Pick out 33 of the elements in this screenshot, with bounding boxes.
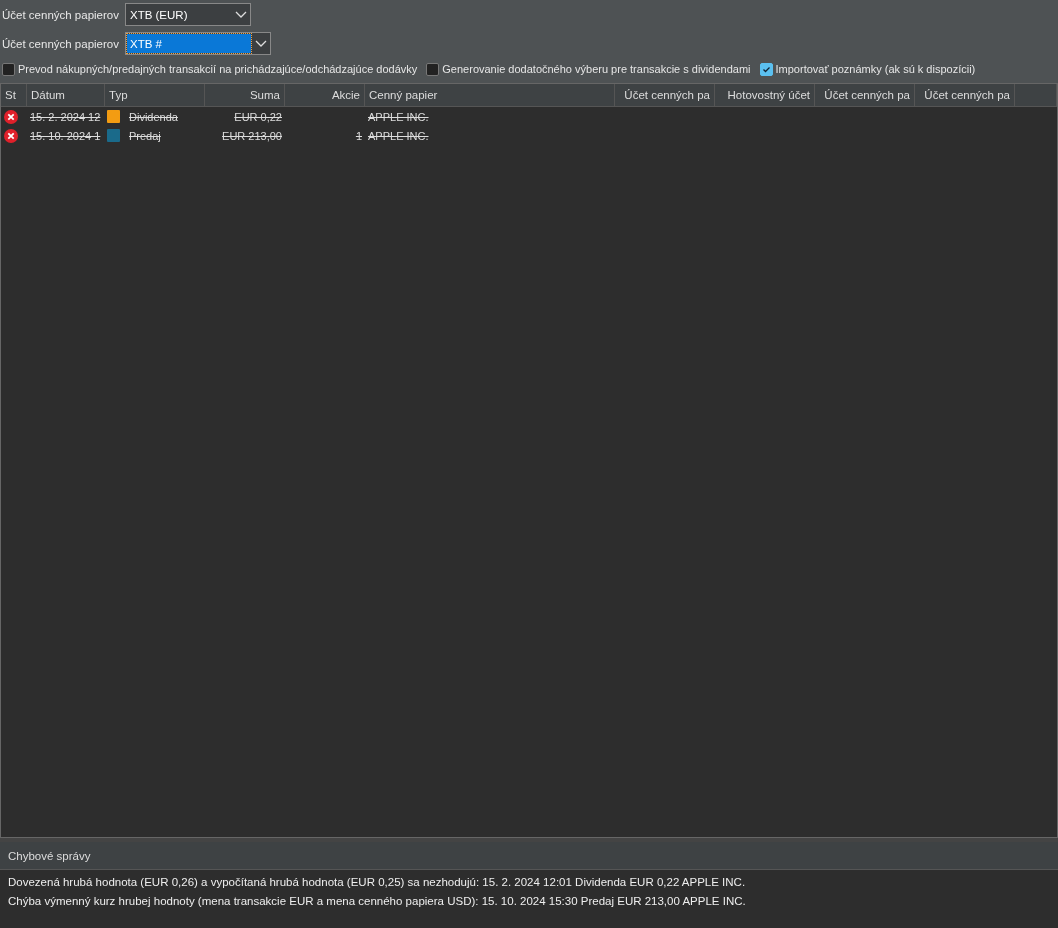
type-cell: Predaj bbox=[129, 129, 161, 142]
shares-cell-text: 1 bbox=[354, 128, 363, 144]
amount-cell-text: EUR 213,00 bbox=[221, 128, 283, 144]
column-header[interactable]: Dátum bbox=[27, 84, 105, 106]
column-header[interactable]: Účet cenných pa bbox=[815, 84, 915, 106]
error-message: Dovezená hrubá hodnota (EUR 0,26) a vypočítaná hrubá hodnota (EUR 0,25) sa nezhodujú: 15. 2. 2024 12:01 Dividenda EUR 0,22 APPLE INC. bbox=[8, 874, 747, 890]
column-header[interactable]: Akcie bbox=[285, 84, 365, 106]
account-dropdown[interactable]: XTB # bbox=[125, 32, 271, 55]
checkbox[interactable] bbox=[2, 62, 15, 76]
option-label: Generovanie dodatočného výberu pre transakcie s dividendami bbox=[442, 63, 751, 75]
amount-cell-text: EUR 0,22 bbox=[233, 109, 283, 125]
option-label: Prevod nákupných/predajných transakcií na prichádzajúce/odchádzajúce dodávky bbox=[18, 63, 418, 75]
account-dropdown[interactable]: XTB (EUR) bbox=[125, 3, 251, 26]
checkbox[interactable] bbox=[426, 62, 440, 76]
error-message: Chýba výmenný kurz hrubej hodnoty (mena transakcie EUR a mena cenného papiera USD): 15. 10. 2024 15:30 Predaj EUR 213,00 APPLE INC. bbox=[8, 893, 747, 909]
column-header[interactable]: Účet cenných pa bbox=[615, 84, 715, 106]
column-header[interactable]: Typ bbox=[105, 84, 205, 106]
date-cell-text: 15. 2. 2024 12 bbox=[29, 109, 102, 125]
column-header[interactable]: Hotovostný účet bbox=[715, 84, 815, 106]
column-header[interactable]: Cenný papier bbox=[365, 84, 615, 106]
column-header[interactable]: St bbox=[1, 84, 27, 106]
check-icon bbox=[761, 64, 771, 74]
security-cell-text: APPLE INC. bbox=[367, 109, 430, 125]
checkbox[interactable] bbox=[759, 62, 773, 76]
column-header[interactable]: Účet cenných pa bbox=[915, 84, 1015, 106]
account-label: Účet cenných papierov bbox=[2, 37, 119, 50]
account-label: Účet cenných papierov bbox=[2, 8, 119, 21]
type-cell: Dividenda bbox=[129, 110, 178, 123]
errors-title: Chybové správy bbox=[0, 842, 1058, 870]
date-cell-text: 15. 10. 2024 1 bbox=[29, 128, 102, 144]
option-label: Importovať poznámky (ak sú k dispozícii) bbox=[775, 63, 976, 75]
security-cell-text: APPLE INC. bbox=[367, 128, 430, 144]
column-header[interactable]: Suma bbox=[205, 84, 285, 106]
